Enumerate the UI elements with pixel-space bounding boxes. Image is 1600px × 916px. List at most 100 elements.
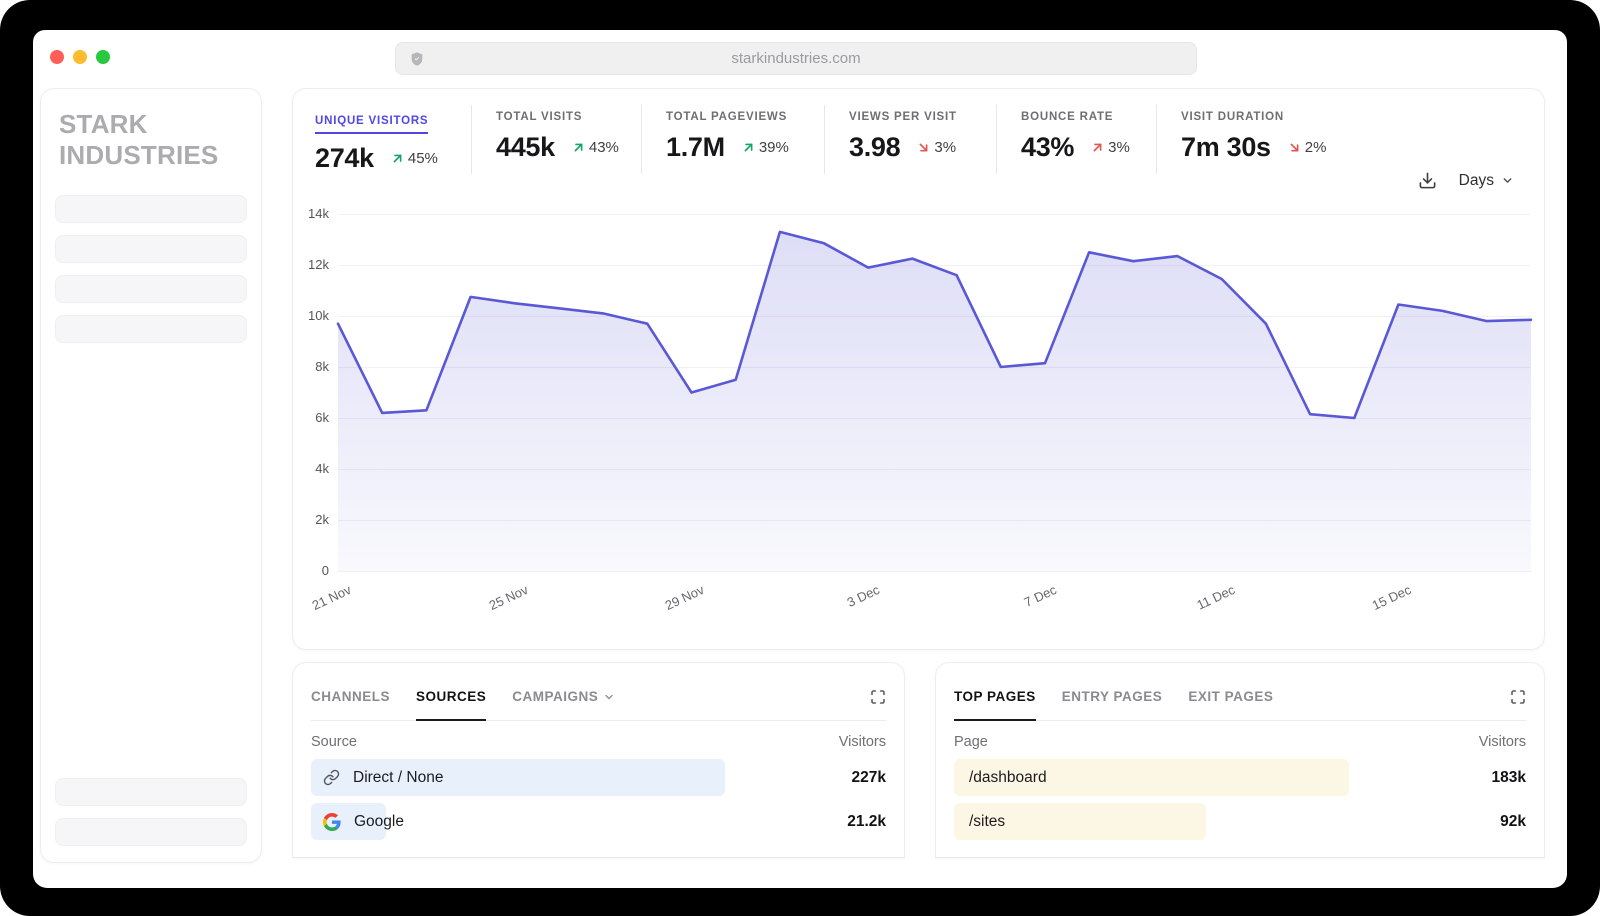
- y-axis-tick-label: 4k: [293, 461, 329, 476]
- download-icon[interactable]: [1418, 171, 1437, 190]
- sidebar-footer-placeholder[interactable]: [55, 778, 247, 806]
- y-axis-tick-label: 2k: [293, 512, 329, 527]
- row-content: Direct / None: [311, 759, 886, 796]
- url-text: starkindustries.com: [731, 50, 860, 67]
- tab-label: CHANNELS: [311, 689, 390, 704]
- trend-down-icon: [1287, 140, 1302, 155]
- stat-total-visits[interactable]: TOTAL VISITS445k43%: [471, 105, 641, 174]
- stat-value-line: 7m 30s 2%: [1181, 132, 1396, 163]
- stat-value: 1.7M: [666, 132, 725, 163]
- stat-label: TOTAL VISITS: [496, 111, 641, 123]
- stat-label: VISIT DURATION: [1181, 111, 1396, 123]
- sources-tab-sources[interactable]: SOURCES: [416, 689, 486, 721]
- sources-table-header: Source Visitors: [311, 734, 886, 750]
- interval-label: Days: [1459, 172, 1494, 190]
- y-axis-tick-label: 6k: [293, 410, 329, 425]
- pages-tab-exit-pages[interactable]: EXIT PAGES: [1188, 689, 1273, 721]
- trend-up-icon: [1090, 140, 1105, 155]
- visitors-area-series: [338, 214, 1531, 571]
- stat-value-line: 43% 3%: [1021, 132, 1156, 163]
- pages-tabs: TOP PAGES ENTRY PAGES EXIT PAGES: [954, 689, 1526, 721]
- row-visitors-value: 92k: [1500, 803, 1526, 840]
- row-label: /sites: [966, 813, 1005, 831]
- sources-table-rows: Direct / None 227k Google21.2k: [311, 759, 886, 840]
- source-row[interactable]: Direct / None 227k: [311, 759, 886, 796]
- trend-up-icon: [571, 140, 586, 155]
- stat-label: VIEWS PER VISIT: [849, 111, 996, 123]
- stat-visit-duration[interactable]: VISIT DURATION 7m 30s 2%: [1156, 105, 1396, 174]
- stat-trend: 45%: [390, 150, 438, 167]
- stat-unique-visitors[interactable]: UNIQUE VISITORS 274k 45%: [315, 105, 471, 174]
- stats-row: UNIQUE VISITORS 274k 45% TOTAL VISITS 445k 43…: [315, 105, 1396, 174]
- stat-value-line: 274k 45%: [315, 143, 471, 174]
- x-axis-tick-label: 3 Dec: [845, 582, 882, 610]
- close-window-button[interactable]: [50, 50, 64, 64]
- y-axis-tick-label: 10k: [293, 308, 329, 323]
- sidebar-footer: [55, 778, 247, 846]
- stat-delta: 45%: [408, 150, 438, 167]
- sidebar: STARK INDUSTRIES: [40, 88, 262, 863]
- chart-toolbar: Days: [1418, 171, 1514, 190]
- row-visitors-value: 227k: [852, 759, 886, 796]
- interval-select[interactable]: Days: [1459, 172, 1514, 190]
- stat-delta: 3%: [934, 139, 956, 156]
- stat-value: 7m 30s: [1181, 132, 1271, 163]
- sidebar-nav: [55, 195, 247, 343]
- trend-down-icon: [916, 140, 931, 155]
- y-axis-tick-label: 8k: [293, 359, 329, 374]
- page-row[interactable]: /dashboard183k: [954, 759, 1526, 796]
- stat-label: UNIQUE VISITORS: [315, 115, 428, 134]
- brand-logo: STARK INDUSTRIES: [59, 109, 247, 171]
- stat-views-per-visit[interactable]: VIEWS PER VISIT 3.98 3%: [824, 105, 996, 174]
- trend-up-icon: [390, 151, 405, 166]
- x-axis-tick-label: 21 Nov: [310, 582, 354, 613]
- sidebar-nav-placeholder[interactable]: [55, 275, 247, 303]
- pages-card: TOP PAGES ENTRY PAGES EXIT PAGES Page Visi…: [935, 662, 1545, 858]
- zoom-window-button[interactable]: [96, 50, 110, 64]
- brand-logo-line2: INDUSTRIES: [59, 140, 247, 171]
- stat-value: 274k: [315, 143, 374, 174]
- google-icon: [323, 813, 341, 831]
- stat-total-pageviews[interactable]: TOTAL PAGEVIEWS1.7M39%: [641, 105, 824, 174]
- stat-value: 445k: [496, 132, 555, 163]
- row-content: Google: [311, 803, 886, 840]
- stat-trend: 3%: [1090, 139, 1130, 156]
- column-source: Source: [311, 734, 357, 750]
- address-bar[interactable]: starkindustries.com: [395, 42, 1197, 75]
- pages-table-header: Page Visitors: [954, 734, 1526, 750]
- row-visitors-value: 183k: [1492, 759, 1526, 796]
- sidebar-nav-placeholder[interactable]: [55, 195, 247, 223]
- x-axis-tick-label: 11 Dec: [1194, 582, 1237, 613]
- row-label: Direct / None: [353, 769, 443, 787]
- stat-delta: 2%: [1305, 139, 1327, 156]
- browser-titlebar: starkindustries.com: [33, 30, 1567, 88]
- stat-delta: 3%: [1108, 139, 1130, 156]
- pages-tab-top-pages[interactable]: TOP PAGES: [954, 689, 1036, 721]
- row-content: /dashboard: [954, 759, 1526, 796]
- stat-delta: 39%: [759, 139, 789, 156]
- sources-tab-campaigns[interactable]: CAMPAIGNS: [512, 689, 615, 721]
- sidebar-nav-placeholder[interactable]: [55, 315, 247, 343]
- stat-bounce-rate[interactable]: BOUNCE RATE 43% 3%: [996, 105, 1156, 174]
- source-row[interactable]: Google21.2k: [311, 803, 886, 840]
- minimize-window-button[interactable]: [73, 50, 87, 64]
- sources-tab-channels[interactable]: CHANNELS: [311, 689, 390, 721]
- sidebar-footer-placeholder[interactable]: [55, 818, 247, 846]
- expand-icon[interactable]: [870, 689, 886, 705]
- brand-logo-line1: STARK: [59, 109, 247, 140]
- sources-card: CHANNELS SOURCES CAMPAIGNS Source Visitors…: [292, 662, 905, 858]
- tab-label: ENTRY PAGES: [1062, 689, 1163, 704]
- tab-label: SOURCES: [416, 689, 486, 704]
- sources-tabs: CHANNELS SOURCES CAMPAIGNS: [311, 689, 886, 721]
- page-row[interactable]: /sites 92k: [954, 803, 1526, 840]
- chart-gridline: [338, 571, 1531, 572]
- expand-icon[interactable]: [1510, 689, 1526, 705]
- window-controls: [50, 50, 110, 64]
- sidebar-nav-placeholder[interactable]: [55, 235, 247, 263]
- stat-value: 3.98: [849, 132, 900, 163]
- row-visitors-value: 21.2k: [847, 803, 886, 840]
- stat-value-line: 1.7M 39%: [666, 132, 824, 163]
- pages-tab-entry-pages[interactable]: ENTRY PAGES: [1062, 689, 1163, 721]
- stat-label: BOUNCE RATE: [1021, 111, 1156, 123]
- stat-value: 43%: [1021, 132, 1074, 163]
